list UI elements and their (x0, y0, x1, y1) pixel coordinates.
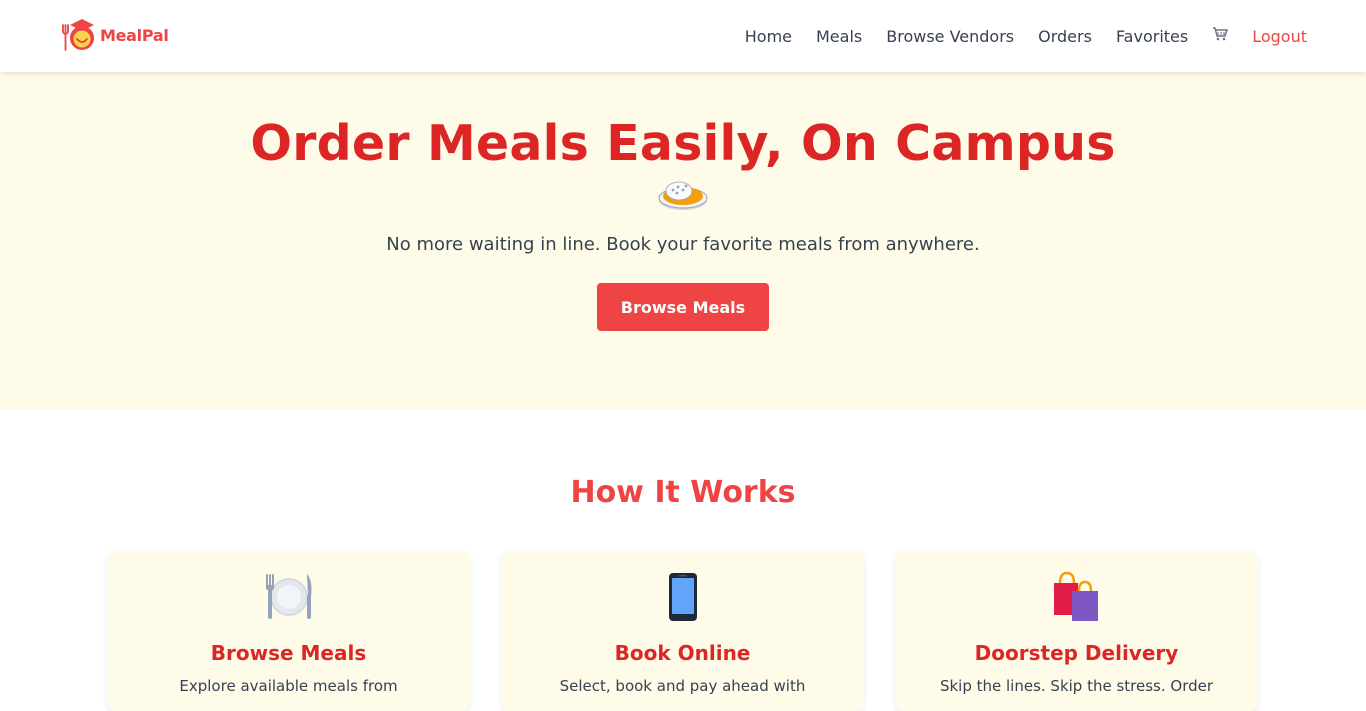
card-description: Explore available meals from (179, 677, 398, 695)
card-description: Skip the lines. Skip the stress. Order (939, 677, 1214, 695)
brand-logo[interactable]: MealPal (60, 16, 169, 54)
nav-home[interactable]: Home (745, 27, 792, 46)
card-title: Browse Meals (210, 641, 367, 665)
browse-meals-button[interactable]: Browse Meals (597, 283, 769, 331)
main-nav: Home Meals Browse Vendors Orders Favorit… (721, 0, 1307, 72)
card-book-online: Book Online Select, book and pay ahead w… (501, 551, 864, 711)
nav-favorites[interactable]: Favorites (1116, 27, 1188, 46)
brand-name: MealPal (100, 25, 169, 45)
card-description: Select, book and pay ahead with (559, 677, 806, 695)
rice-plate-icon (658, 181, 708, 210)
hero-title: Order Meals Easily, On Campus (250, 115, 1116, 172)
navbar: MealPal Home Meals Browse Vendors Orders… (0, 0, 1366, 72)
fork-knife-plate-icon (107, 571, 470, 623)
shopping-bags-icon (895, 571, 1258, 623)
cart-icon[interactable] (1212, 27, 1229, 45)
how-it-works-title: How It Works (570, 475, 796, 510)
card-doorstep-delivery: Doorstep Delivery Skip the lines. Skip t… (895, 551, 1258, 711)
nav-meals[interactable]: Meals (816, 27, 862, 46)
card-title: Book Online (614, 641, 751, 665)
nav-orders[interactable]: Orders (1038, 27, 1092, 46)
card-title: Doorstep Delivery (974, 641, 1179, 665)
hero-section: Order Meals Easily, On Campus No more wa… (0, 72, 1366, 410)
logout-link[interactable]: Logout (1252, 27, 1307, 46)
hero-subtitle: No more waiting in line. Book your favor… (386, 234, 980, 255)
card-browse-meals: Browse Meals Explore available meals fro… (107, 551, 470, 711)
mealpal-logo-icon (62, 19, 94, 51)
nav-browse-vendors[interactable]: Browse Vendors (886, 27, 1014, 46)
mobile-phone-icon (501, 571, 864, 623)
